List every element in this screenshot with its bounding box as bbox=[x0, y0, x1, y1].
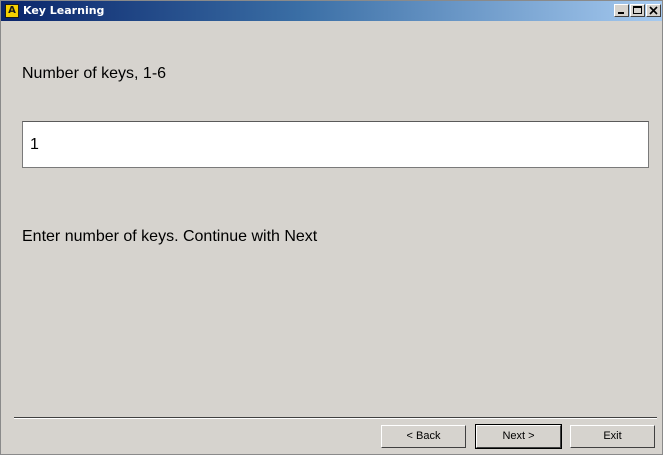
minimize-icon bbox=[618, 12, 624, 14]
exit-button[interactable]: Exit bbox=[570, 425, 655, 448]
close-button[interactable] bbox=[646, 4, 661, 17]
number-of-keys-label: Number of keys, 1-6 bbox=[22, 65, 167, 82]
next-button[interactable]: Next > bbox=[475, 424, 562, 449]
back-button[interactable]: < Back bbox=[381, 425, 466, 448]
close-icon bbox=[649, 6, 658, 15]
maximize-icon bbox=[633, 6, 642, 14]
minimize-button[interactable] bbox=[614, 4, 629, 17]
maximize-button[interactable] bbox=[630, 4, 645, 17]
window-title: Key Learning bbox=[23, 4, 105, 17]
title-bar[interactable]: A Key Learning bbox=[1, 1, 662, 21]
key-learning-window: A Key Learning Number of keys, 1-6 Enter… bbox=[0, 0, 663, 455]
footer-separator bbox=[14, 417, 657, 419]
app-icon[interactable]: A bbox=[5, 4, 19, 18]
number-of-keys-input[interactable] bbox=[22, 121, 649, 168]
instruction-text: Enter number of keys. Continue with Next bbox=[22, 228, 318, 245]
